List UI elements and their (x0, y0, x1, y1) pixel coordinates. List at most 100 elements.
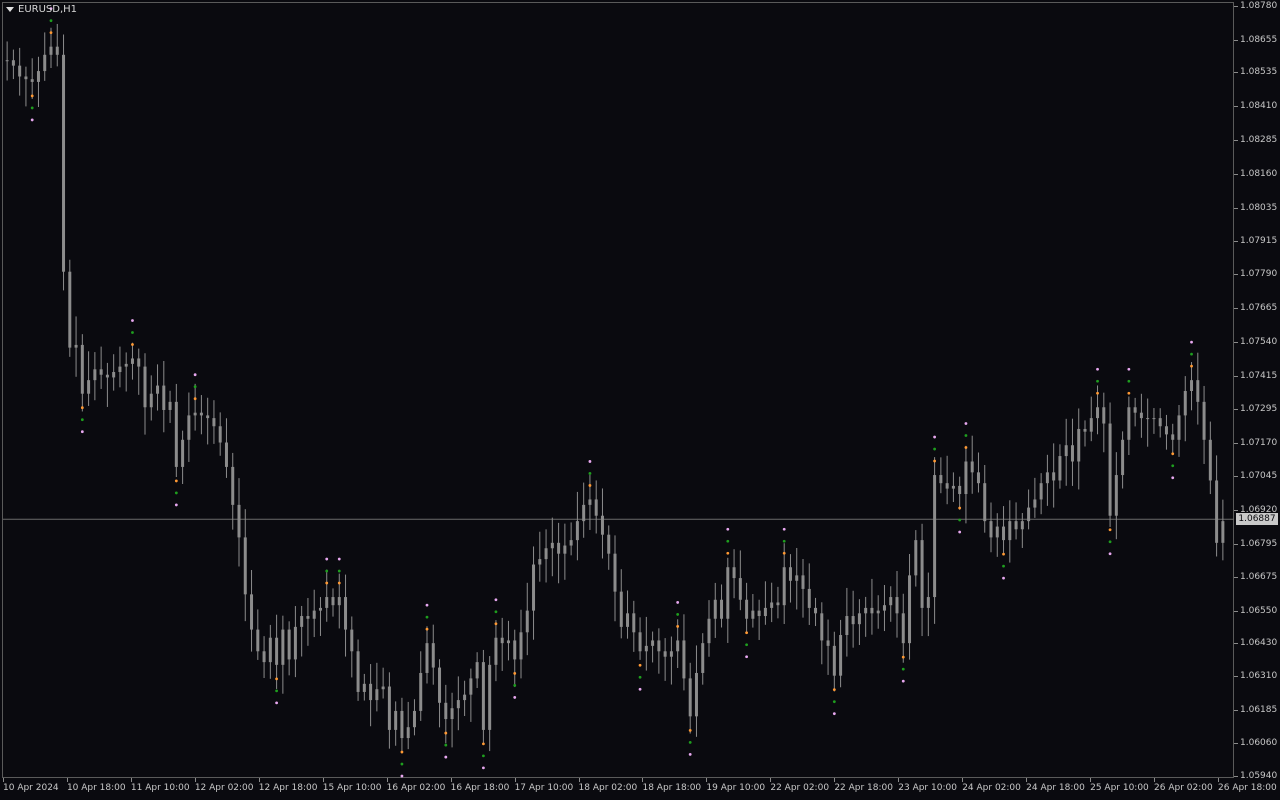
candle (375, 662, 379, 712)
price-label: 1.08035 (1240, 202, 1278, 213)
candle (864, 596, 868, 637)
chart-window[interactable]: EURUSD,H1 1.08780 1.08655 1.08535 1.08410 1.… (0, 0, 1280, 800)
signal-dot (726, 539, 730, 543)
candle (1070, 418, 1074, 486)
candle (770, 582, 774, 623)
signal-dot (193, 385, 197, 389)
price-label: 1.07665 (1240, 303, 1278, 314)
candle (845, 587, 849, 657)
candle (638, 617, 642, 660)
candle (1146, 398, 1150, 447)
signal-dot (425, 615, 429, 619)
candle (745, 582, 749, 632)
candle (1208, 421, 1212, 495)
signal-dot (513, 684, 517, 687)
price-tick (1234, 610, 1238, 612)
signal-dot (1096, 367, 1099, 371)
price-label: 1.06430 (1240, 638, 1278, 649)
candle (1089, 396, 1093, 442)
candle (1152, 408, 1156, 434)
candle (1133, 397, 1137, 427)
time-tick (1090, 778, 1092, 782)
candle (300, 605, 304, 657)
signal-dot (337, 557, 341, 561)
candle (983, 465, 987, 533)
candle (168, 390, 172, 423)
candle (143, 353, 147, 435)
candle (525, 582, 529, 656)
triangle-down-icon[interactable] (6, 7, 14, 12)
candle (425, 626, 429, 684)
candle (11, 49, 15, 80)
signal-dot (494, 622, 498, 626)
price-label: 1.07045 (1240, 471, 1278, 482)
signal-dot (638, 687, 642, 691)
time-tick (450, 778, 452, 782)
candle (43, 32, 47, 81)
candle (112, 354, 116, 391)
signal-dot (80, 430, 84, 434)
time-tick (898, 778, 900, 782)
price-label: 1.07415 (1240, 371, 1278, 382)
time-tick (642, 778, 644, 782)
candle (832, 631, 836, 692)
signal-dot (688, 728, 692, 732)
candle (1102, 392, 1106, 453)
signal-dot (80, 418, 84, 422)
candle (306, 598, 310, 646)
price-label: 1.07915 (1240, 235, 1278, 246)
candle (939, 457, 943, 494)
time-label: 22 Apr 02:00 (770, 783, 830, 793)
signal-dot (444, 743, 448, 747)
candle (763, 581, 767, 625)
candlestick-chart[interactable] (0, 0, 1280, 800)
candle (901, 593, 905, 663)
candle (776, 586, 780, 619)
signal-dot (275, 689, 278, 693)
candle (663, 638, 667, 681)
candle (1215, 455, 1219, 557)
candle (206, 397, 210, 445)
candle (1221, 499, 1225, 561)
price-tick (1234, 376, 1238, 378)
candle (224, 418, 228, 478)
candle (1196, 352, 1200, 425)
time-label: 23 Apr 10:00 (898, 783, 957, 793)
signal-dot (676, 613, 680, 616)
signal-dot (513, 696, 517, 699)
price-tick (1234, 39, 1238, 41)
candle (250, 570, 254, 652)
candle (557, 522, 561, 584)
candle (256, 609, 260, 660)
candle (318, 597, 322, 636)
candle (350, 616, 354, 678)
signal-dot (49, 31, 53, 35)
signal-dot (1108, 528, 1112, 532)
candle (193, 383, 197, 431)
candle (1164, 414, 1168, 450)
signal-dot (958, 530, 962, 534)
signal-dot (1096, 391, 1099, 395)
candle (989, 502, 993, 553)
candle (651, 631, 655, 663)
symbol-header[interactable]: EURUSD,H1 (6, 4, 77, 15)
signal-dot (325, 557, 329, 561)
time-tick (962, 778, 964, 782)
candle (1020, 513, 1024, 548)
signal-dot (444, 731, 448, 735)
signal-dot (745, 643, 748, 647)
candle (682, 614, 686, 691)
signal-dot (933, 459, 936, 463)
candle (156, 364, 160, 411)
candle (1008, 500, 1012, 563)
time-tick (322, 778, 324, 782)
candle (438, 659, 442, 728)
candle (920, 523, 924, 637)
candle (694, 645, 698, 737)
signal-dot (131, 343, 134, 346)
candle (964, 445, 968, 524)
candle (174, 383, 178, 478)
time-label: 12 Apr 18:00 (258, 783, 318, 793)
signal-dot (588, 460, 592, 463)
candle (594, 480, 598, 534)
